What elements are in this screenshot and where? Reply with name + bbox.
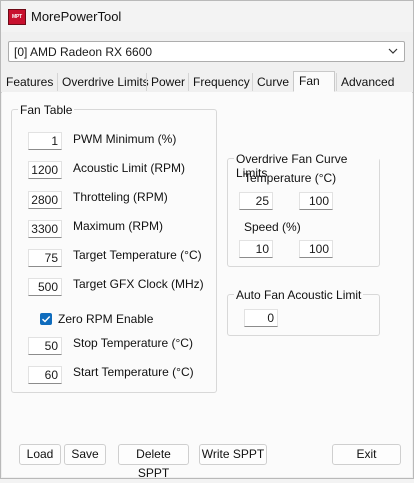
write-sppt-button[interactable]: Write SPPT bbox=[199, 444, 267, 465]
exit-button[interactable]: Exit bbox=[332, 444, 401, 465]
tab-features[interactable]: Features bbox=[2, 73, 57, 91]
window-title: MorePowerTool bbox=[31, 9, 122, 24]
fan-table-title: Fan Table bbox=[18, 103, 75, 117]
maximum-rpm-label: Maximum (RPM) bbox=[73, 219, 163, 233]
start-temperature-label: Start Temperature (°C) bbox=[73, 365, 194, 379]
throttling-label: Throtteling (RPM) bbox=[73, 190, 168, 204]
maximum-rpm-input[interactable]: 3300 bbox=[28, 220, 62, 238]
tab-power[interactable]: Power bbox=[146, 73, 189, 91]
tab-frequency[interactable]: Frequency bbox=[188, 73, 254, 91]
load-button[interactable]: Load bbox=[19, 444, 61, 465]
chevron-down-icon bbox=[388, 45, 398, 55]
app-logo-icon: MPT bbox=[8, 9, 26, 25]
tab-overdrive-limits[interactable]: Overdrive Limits bbox=[57, 73, 153, 91]
tab-advanced[interactable]: Advanced bbox=[336, 73, 398, 91]
pwm-minimum-label: PWM Minimum (%) bbox=[73, 132, 177, 146]
od-speed-label: Speed (%) bbox=[244, 220, 301, 234]
start-temperature-input[interactable]: 60 bbox=[28, 366, 62, 384]
pwm-minimum-input[interactable]: 1 bbox=[28, 132, 62, 150]
od-temperature-label: Temperature (°C) bbox=[244, 171, 337, 185]
gpu-device-value: [0] AMD Radeon RX 6600 bbox=[14, 45, 153, 59]
fan-tab-panel: Fan Table 1 PWM Minimum (%) 1200 Acousti… bbox=[2, 92, 412, 480]
save-button[interactable]: Save bbox=[64, 444, 106, 465]
acoustic-limit-label: Acoustic Limit (RPM) bbox=[73, 161, 186, 175]
zero-rpm-checkbox[interactable] bbox=[40, 313, 52, 325]
checkmark-icon bbox=[42, 316, 51, 323]
tab-curve[interactable]: Curve bbox=[252, 73, 293, 91]
title-bar[interactable]: MPT MorePowerTool bbox=[1, 1, 413, 32]
target-temperature-label: Target Temperature (°C) bbox=[73, 248, 202, 262]
stop-temperature-input[interactable]: 50 bbox=[28, 337, 62, 355]
od-temperature-max-input[interactable]: 100 bbox=[299, 192, 333, 210]
throttling-input[interactable]: 2800 bbox=[28, 191, 62, 209]
target-temperature-input[interactable]: 75 bbox=[28, 249, 62, 267]
od-speed-max-input[interactable]: 100 bbox=[299, 240, 333, 258]
od-temperature-min-input[interactable]: 25 bbox=[239, 192, 273, 210]
od-speed-min-input[interactable]: 10 bbox=[239, 240, 273, 258]
tab-bar: Features Overdrive Limits Power Frequenc… bbox=[1, 71, 413, 93]
target-gfx-clock-input[interactable]: 500 bbox=[28, 278, 62, 296]
zero-rpm-label: Zero RPM Enable bbox=[58, 312, 154, 326]
auto-fan-acoustic-limit-title: Auto Fan Acoustic Limit bbox=[234, 288, 364, 302]
target-gfx-clock-label: Target GFX Clock (MHz) bbox=[73, 277, 204, 291]
delete-sppt-button[interactable]: Delete SPPT bbox=[118, 444, 189, 480]
tab-fan[interactable]: Fan bbox=[293, 71, 335, 92]
auto-fan-acoustic-limit-input[interactable]: 0 bbox=[244, 309, 278, 327]
gpu-device-select[interactable]: [0] AMD Radeon RX 6600 bbox=[8, 41, 405, 62]
stop-temperature-label: Stop Temperature (°C) bbox=[73, 336, 193, 350]
acoustic-limit-input[interactable]: 1200 bbox=[28, 161, 62, 179]
app-window: MPT MorePowerTool [0] AMD Radeon RX 6600… bbox=[0, 0, 414, 480]
